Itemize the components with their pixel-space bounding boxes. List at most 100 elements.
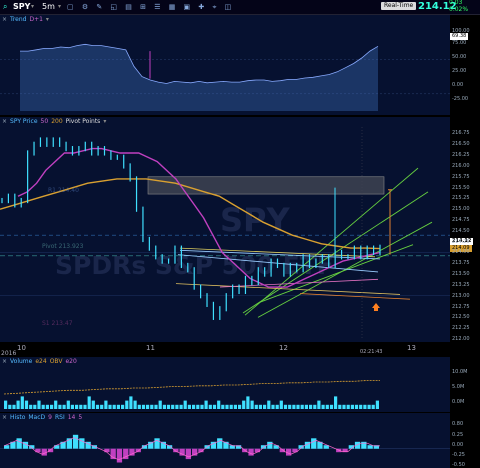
volume-bar (100, 404, 104, 409)
price-change-percent: 0.02% (449, 6, 469, 13)
volume-bar (158, 400, 162, 409)
close-icon[interactable]: × (2, 358, 7, 365)
volume-bar (338, 404, 342, 409)
price-tick: 214.25 (452, 238, 470, 245)
close-icon[interactable]: × (2, 16, 7, 23)
volume-bar (229, 404, 233, 409)
volume-bar (292, 404, 296, 409)
price-tick: 214.50 (452, 227, 470, 234)
trend-tick: -25.00 (452, 96, 469, 102)
volume-bar (233, 404, 237, 409)
price-tick: 215.00 (452, 206, 470, 213)
volume-bar (359, 404, 363, 409)
volume-bar (304, 404, 308, 409)
volume-bar (33, 404, 37, 409)
volume-bar (20, 396, 24, 409)
ma50-label[interactable]: 50 (41, 118, 49, 125)
volume-bar (179, 404, 183, 409)
timeframe-selector[interactable]: 5m (42, 1, 55, 13)
trend-last-badge: 69.38 (450, 33, 469, 40)
symbol-field[interactable]: SPY (13, 1, 30, 13)
chevron-down-icon[interactable]: ▾ (58, 1, 61, 13)
volume-bar (200, 404, 204, 409)
price-tick: 215.25 (452, 195, 470, 202)
price-tick: 216.25 (452, 152, 470, 159)
volume-bar (79, 404, 83, 409)
histogram-bar (116, 448, 123, 463)
volume-bar (258, 404, 262, 409)
volume-bar (267, 400, 271, 409)
obv-label[interactable]: OBV (50, 358, 63, 365)
pink-line (219, 278, 379, 288)
x-tick: 13 (407, 344, 416, 352)
trend-area (20, 44, 378, 111)
volume-bar (154, 404, 158, 409)
oscillator-header: × Histo MacD 9 RSI 14 5 (2, 414, 85, 422)
volume-bar (363, 404, 367, 409)
volume-bar (8, 404, 12, 409)
close-icon[interactable]: × (2, 118, 7, 125)
macd-label[interactable]: MacD (28, 414, 45, 421)
volume-bar (283, 404, 288, 409)
oscillator-axis: 0.80 0.25 0.00 -0.25 -0.50 (450, 413, 480, 468)
volume-bar (150, 404, 154, 409)
volume-bar (108, 404, 112, 409)
volume-bar (313, 404, 317, 409)
volume-bar (95, 404, 100, 409)
close-icon[interactable]: × (2, 414, 7, 421)
x-tick: 12 (279, 344, 288, 352)
histogram-bar (16, 438, 22, 449)
histo-label[interactable]: Histo (10, 414, 25, 421)
volume-panel: × Volume e24 OBV e20 (0, 357, 450, 412)
histogram-bar (367, 445, 373, 449)
trend-axis: 100.00 75.00 50.00 25.00 0.00 -25.00 69.… (450, 15, 480, 115)
search-icon[interactable]: ⌕ (3, 1, 7, 13)
toolbar-icons[interactable]: ▢ ⚙ ✎ ◱ ▤ ⊞ ☰ ▦ ▣ ✚ ⌖ ◫ (67, 1, 234, 13)
volume-bar (104, 400, 108, 409)
price-tick: 216.75 (452, 130, 470, 137)
toolbar: ⌕ SPY ▾ 5m ▾ ▢ ⚙ ✎ ◱ ▤ ⊞ ☰ ▦ ▣ ✚ ⌖ ◫ Rea… (0, 0, 480, 15)
pivot-label[interactable]: Pivot Points (66, 118, 101, 125)
volume-bar (58, 404, 62, 409)
settings-icon[interactable]: ▾ (46, 16, 49, 23)
volume-bar (133, 400, 137, 409)
rsi-label[interactable]: RSI (55, 414, 65, 421)
volume-bar (288, 404, 292, 409)
trend-header: × Trend D+1 ▾ (2, 16, 52, 24)
volume-axis: 10.0M 5.0M 0.0M (450, 357, 480, 412)
volume-bar (342, 404, 346, 409)
histogram-bar (248, 448, 254, 456)
s1-label: S1 213.47 (42, 320, 73, 327)
osc-tick: -0.50 (452, 462, 465, 468)
settings-icon[interactable]: ▾ (103, 118, 106, 125)
volume-bar (279, 400, 283, 409)
volume-bar (75, 404, 79, 409)
volume-bar (62, 404, 66, 409)
x-time: 02:21:43 (360, 349, 383, 355)
ma200-label[interactable]: 200 (51, 118, 62, 125)
price-label[interactable]: SPY Price (10, 118, 38, 125)
dropdown-icon[interactable]: ▾ (31, 1, 34, 13)
ma50-line (17, 147, 381, 288)
volume-bar (354, 404, 359, 409)
volume-bar (296, 404, 300, 409)
price-tick: 213.50 (452, 271, 470, 278)
volume-bar (116, 404, 120, 409)
price-tick: 213.00 (452, 292, 470, 299)
volume-bar (204, 400, 208, 409)
trend-panel: × Trend D+1 ▾ (0, 15, 450, 115)
volume-bar (4, 400, 8, 409)
volume-bar (187, 404, 191, 409)
price-tick: 213.75 (452, 260, 470, 267)
volume-tick: 5.0M (452, 384, 465, 390)
price-tick: 213.25 (452, 281, 470, 288)
volume-label[interactable]: Volume (10, 358, 32, 365)
trend-label[interactable]: Trend (10, 16, 26, 23)
price-tick: 215.75 (452, 173, 470, 180)
up-arrow-marker (372, 303, 380, 312)
volume-bar (217, 400, 221, 409)
volume-bar (29, 404, 33, 409)
price-tick: 212.25 (452, 325, 470, 332)
volume-bar (16, 400, 20, 409)
volume-bar (250, 400, 254, 409)
